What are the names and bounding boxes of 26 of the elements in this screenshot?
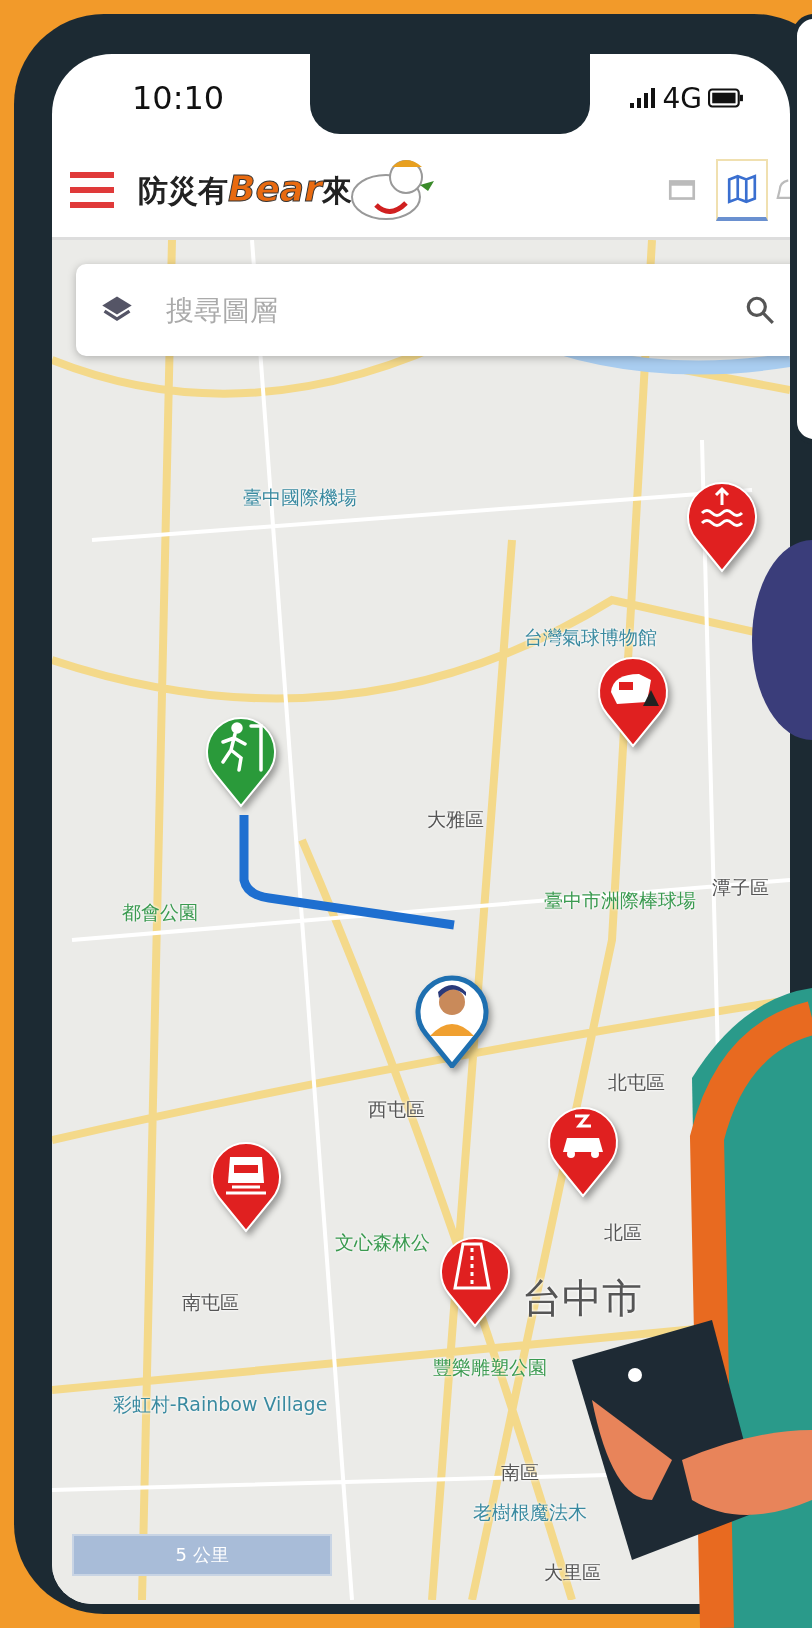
map-label: 彩虹村-Rainbow Village	[112, 1392, 328, 1417]
map-label: 文心森林公	[334, 1230, 430, 1255]
map-label: 大雅區	[426, 807, 484, 832]
map-label: 老樹根魔法木	[473, 1500, 587, 1525]
menu-icon[interactable]	[70, 169, 114, 210]
status-time: 10:10	[132, 79, 225, 117]
map-icon[interactable]	[726, 172, 758, 205]
map-label: 臺中市洲際棒球場	[544, 888, 696, 913]
map-view-tab[interactable]	[716, 158, 768, 221]
map-label: 台灣氣球博物館	[523, 625, 657, 650]
map-label: 北屯區	[607, 1070, 665, 1095]
search-bar[interactable]: 搜尋圖層	[76, 264, 790, 356]
app-logo: 防災有Bear來	[138, 167, 352, 211]
search-field[interactable]: 搜尋圖層	[164, 292, 714, 328]
map-label: 臺中國際機場	[243, 485, 357, 510]
signal-icon	[630, 87, 657, 109]
map-label: 都會公園	[122, 900, 198, 925]
network-label: 4G	[662, 81, 702, 115]
map-scale-bar: 5 公里	[72, 1534, 332, 1576]
map-label: 南屯區	[181, 1290, 239, 1315]
search-icon[interactable]	[744, 294, 776, 326]
map-label: 南區	[501, 1460, 539, 1485]
battery-icon	[708, 88, 744, 108]
map-label: 豐樂雕塑公園	[433, 1355, 547, 1380]
map-label: 北區	[604, 1220, 642, 1245]
map-label: 潭子區	[711, 875, 769, 900]
